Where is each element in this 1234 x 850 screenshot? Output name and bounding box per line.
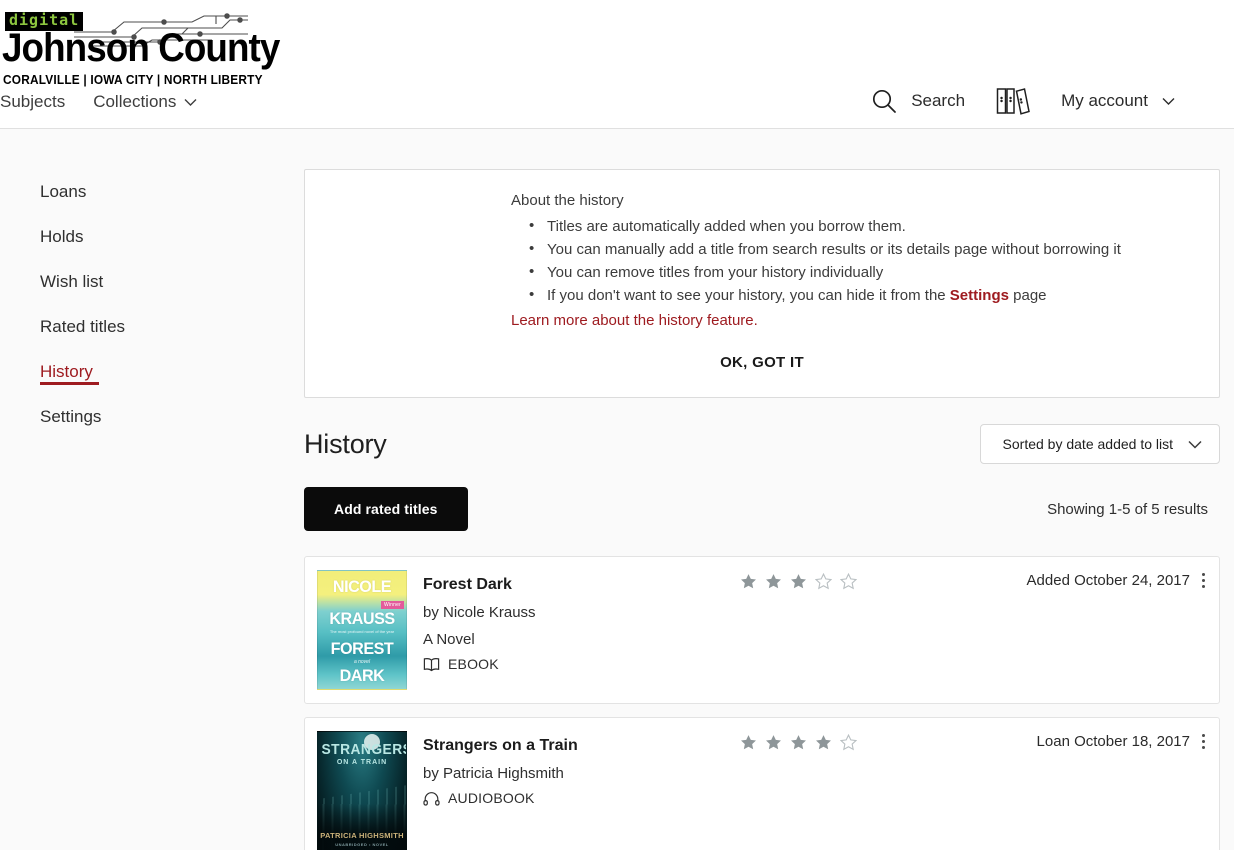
sidebar-label-wish-list: Wish list xyxy=(40,271,104,291)
cover-line: DARK xyxy=(339,666,385,685)
format-label: AUDIOBOOK xyxy=(448,790,535,806)
star-filled-icon[interactable] xyxy=(790,573,807,590)
star-rating[interactable] xyxy=(740,734,857,751)
star-empty-icon[interactable] xyxy=(840,573,857,590)
sidebar-item-rated-titles[interactable]: Rated titles xyxy=(0,304,304,349)
books-shelf-icon xyxy=(996,88,1030,115)
history-item-right: Added October 24, 2017 xyxy=(1027,570,1207,591)
chevron-down-icon xyxy=(1162,98,1175,105)
sidebar-label-rated-titles: Rated titles xyxy=(40,316,126,336)
settings-link[interactable]: Settings xyxy=(950,287,1009,304)
page-body: Loans Holds Wish list Rated titles Histo… xyxy=(0,129,1234,850)
history-item-right: Loan October 18, 2017 xyxy=(1037,731,1207,752)
sidebar-item-holds[interactable]: Holds xyxy=(0,214,304,259)
book-cover-strangers-on-a-train[interactable]: STRANGERS ON A TRAIN PATRICIA HIGHSMITH … xyxy=(317,731,407,850)
cover-line: STRANGERS xyxy=(321,741,407,758)
account-sidebar: Loans Holds Wish list Rated titles Histo… xyxy=(0,129,304,850)
nav-label-collections: Collections xyxy=(93,92,177,111)
search-button[interactable]: Search xyxy=(870,87,965,115)
header-actions: Search My account xyxy=(870,86,1176,116)
active-indicator xyxy=(40,382,99,385)
info-bullet-settings: If you don't want to see your history, y… xyxy=(529,283,1185,307)
history-title-list: NICOLE Winner KRAUSS The most profound n… xyxy=(304,556,1220,850)
info-panel-bullet-list: Titles are automatically added when you … xyxy=(529,214,1185,307)
sidebar-item-history[interactable]: History xyxy=(0,349,304,394)
star-filled-icon[interactable] xyxy=(815,734,832,751)
star-filled-icon[interactable] xyxy=(765,734,782,751)
chevron-down-icon xyxy=(1188,440,1202,449)
cover-blurb: The most profound novel of the year xyxy=(329,629,395,634)
format-label: EBOOK xyxy=(448,656,499,672)
chevron-down-icon xyxy=(184,99,197,106)
logo-cities: CORALVILLE | IOWA CITY | NORTH LIBERTY xyxy=(3,73,263,87)
my-account-label: My account xyxy=(1061,91,1148,110)
book-icon xyxy=(423,657,440,671)
date-label: Added October 24, 2017 xyxy=(1026,572,1190,589)
info-bullet: You can manually add a title from search… xyxy=(529,237,1185,261)
main-content: About the history Titles are automatical… xyxy=(304,129,1234,850)
cover-sub-line: UNABRIDGED • NOVEL xyxy=(335,842,389,847)
site-header: digital Johnson County CORALVILLE | IOWA… xyxy=(0,0,1234,129)
author-label: by Nicole Krauss xyxy=(423,604,536,621)
star-filled-icon[interactable] xyxy=(740,573,757,590)
ok-got-it-button[interactable]: OK, GOT IT xyxy=(710,350,814,375)
shelf-button[interactable] xyxy=(995,86,1031,116)
info-bullet: You can remove titles from your history … xyxy=(529,260,1185,284)
sort-dropdown-label: Sorted by date added to list xyxy=(1002,436,1173,452)
overflow-menu-icon[interactable] xyxy=(1200,570,1207,591)
history-info-panel: About the history Titles are automatical… xyxy=(304,169,1220,398)
results-count: Showing 1-5 of 5 results xyxy=(1047,500,1208,518)
main-navigation: Subjects Collections xyxy=(0,92,198,112)
nav-label-subjects: Subjects xyxy=(0,92,66,111)
search-label: Search xyxy=(911,91,966,110)
format-row: AUDIOBOOK xyxy=(423,790,1207,806)
sidebar-item-wish-list[interactable]: Wish list xyxy=(0,259,304,304)
nav-item-subjects[interactable]: Subjects xyxy=(0,92,65,112)
star-filled-icon[interactable] xyxy=(740,734,757,751)
star-filled-icon[interactable] xyxy=(765,573,782,590)
history-item: NICOLE Winner KRAUSS The most profound n… xyxy=(304,556,1220,704)
sidebar-label-settings: Settings xyxy=(40,406,102,426)
cover-author-line: PATRICIA HIGHSMITH xyxy=(320,831,404,840)
cover-line: ON A TRAIN xyxy=(336,759,388,766)
date-label: Loan October 18, 2017 xyxy=(1036,733,1190,750)
cover-line: NICOLE xyxy=(332,577,392,596)
sidebar-label-holds: Holds xyxy=(40,226,84,246)
sidebar-item-settings[interactable]: Settings xyxy=(0,394,304,439)
info-bullet-text-post: page xyxy=(1008,287,1047,304)
headphones-icon xyxy=(423,791,440,806)
overflow-menu-icon[interactable] xyxy=(1200,731,1207,752)
sidebar-label-loans: Loans xyxy=(40,181,87,201)
sort-dropdown[interactable]: Sorted by date added to list xyxy=(979,424,1220,464)
page-title: History xyxy=(304,428,387,459)
cover-line: FOREST xyxy=(330,639,394,658)
star-rating[interactable] xyxy=(740,573,857,590)
sidebar-item-loans[interactable]: Loans xyxy=(0,169,304,214)
book-cover-forest-dark[interactable]: NICOLE Winner KRAUSS The most profound n… xyxy=(317,570,407,690)
learn-more-link[interactable]: Learn more about the history feature. xyxy=(511,312,1185,329)
nav-item-collections[interactable]: Collections xyxy=(93,92,198,112)
subtitle-label: A Novel xyxy=(423,631,475,648)
info-panel-footer: OK, GOT IT xyxy=(339,350,1185,375)
history-item: STRANGERS ON A TRAIN PATRICIA HIGHSMITH … xyxy=(304,717,1220,850)
info-bullet-text-pre: If you don't want to see your history, y… xyxy=(547,287,950,304)
cover-line: KRAUSS xyxy=(329,609,395,628)
star-empty-icon[interactable] xyxy=(840,734,857,751)
my-account-button[interactable]: My account xyxy=(1061,91,1176,111)
site-logo[interactable]: digital Johnson County CORALVILLE | IOWA… xyxy=(0,10,280,90)
star-empty-icon[interactable] xyxy=(815,573,832,590)
cover-sticker: Winner xyxy=(380,601,404,609)
star-filled-icon[interactable] xyxy=(790,734,807,751)
format-row: EBOOK xyxy=(423,656,1207,672)
info-bullet: Titles are automatically added when you … xyxy=(529,214,1185,238)
history-actions-row: Add rated titles Showing 1-5 of 5 result… xyxy=(304,487,1220,531)
author-label: by Patricia Highsmith xyxy=(423,765,564,782)
history-header-row: History Sorted by date added to list xyxy=(304,424,1220,464)
add-rated-titles-button[interactable]: Add rated titles xyxy=(304,487,468,531)
cover-novel-label: a novel xyxy=(353,659,371,665)
sidebar-label-history: History xyxy=(40,361,93,381)
search-icon xyxy=(873,89,897,113)
info-panel-title: About the history xyxy=(511,192,624,209)
logo-library-name: Johnson County xyxy=(2,26,280,70)
